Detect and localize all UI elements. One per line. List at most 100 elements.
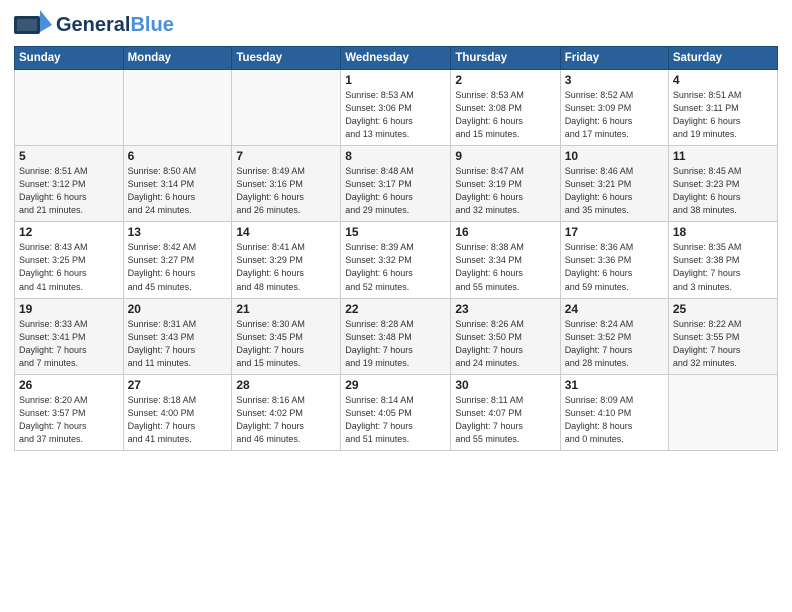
day-number: 2 xyxy=(455,73,555,87)
day-number: 25 xyxy=(673,302,773,316)
logo: GeneralBlue xyxy=(14,10,174,40)
day-number: 29 xyxy=(345,378,446,392)
calendar-cell: 10 Sunrise: 8:46 AM Sunset: 3:21 PM Dayli… xyxy=(560,146,668,222)
calendar-cell: 29 Sunrise: 8:14 AM Sunset: 4:05 PM Dayli… xyxy=(341,374,451,450)
day-info: Sunrise: 8:16 AM Sunset: 4:02 PM Dayligh… xyxy=(236,394,336,446)
day-number: 28 xyxy=(236,378,336,392)
day-info: Sunrise: 8:26 AM Sunset: 3:50 PM Dayligh… xyxy=(455,318,555,370)
day-number: 9 xyxy=(455,149,555,163)
weekday-header: Wednesday xyxy=(341,47,451,70)
calendar-cell: 22 Sunrise: 8:28 AM Sunset: 3:48 PM Dayli… xyxy=(341,298,451,374)
calendar-cell: 11Sunrise: 8:45 AM Sunset: 3:23 PM Dayli… xyxy=(668,146,777,222)
calendar-cell: 8 Sunrise: 8:48 AM Sunset: 3:17 PM Daylig… xyxy=(341,146,451,222)
day-info: Sunrise: 8:14 AM Sunset: 4:05 PM Dayligh… xyxy=(345,394,446,446)
calendar-cell xyxy=(15,70,124,146)
day-number: 3 xyxy=(565,73,664,87)
day-info: Sunrise: 8:28 AM Sunset: 3:48 PM Dayligh… xyxy=(345,318,446,370)
day-info: Sunrise: 8:31 AM Sunset: 3:43 PM Dayligh… xyxy=(128,318,228,370)
calendar-cell xyxy=(232,70,341,146)
calendar-header-row: SundayMondayTuesdayWednesdayThursdayFrid… xyxy=(15,47,778,70)
weekday-header: Thursday xyxy=(451,47,560,70)
page-header: GeneralBlue xyxy=(14,10,778,40)
day-info: Sunrise: 8:51 AM Sunset: 3:11 PM Dayligh… xyxy=(673,89,773,141)
calendar-cell: 9 Sunrise: 8:47 AM Sunset: 3:19 PM Daylig… xyxy=(451,146,560,222)
calendar-cell: 14 Sunrise: 8:41 AM Sunset: 3:29 PM Dayli… xyxy=(232,222,341,298)
calendar-cell: 2Sunrise: 8:53 AM Sunset: 3:08 PM Daylig… xyxy=(451,70,560,146)
calendar-cell: 23 Sunrise: 8:26 AM Sunset: 3:50 PM Dayli… xyxy=(451,298,560,374)
calendar-cell: 1 Sunrise: 8:53 AM Sunset: 3:06 PM Daylig… xyxy=(341,70,451,146)
day-info: Sunrise: 8:48 AM Sunset: 3:17 PM Dayligh… xyxy=(345,165,446,217)
calendar-cell: 18Sunrise: 8:35 AM Sunset: 3:38 PM Dayli… xyxy=(668,222,777,298)
calendar-week-row: 5Sunrise: 8:51 AM Sunset: 3:12 PM Daylig… xyxy=(15,146,778,222)
day-number: 12 xyxy=(19,225,119,239)
calendar-cell: 4 Sunrise: 8:51 AM Sunset: 3:11 PM Daylig… xyxy=(668,70,777,146)
day-number: 6 xyxy=(128,149,228,163)
calendar-cell: 21 Sunrise: 8:30 AM Sunset: 3:45 PM Dayli… xyxy=(232,298,341,374)
day-number: 4 xyxy=(673,73,773,87)
calendar-cell: 13 Sunrise: 8:42 AM Sunset: 3:27 PM Dayli… xyxy=(123,222,232,298)
calendar-cell: 25Sunrise: 8:22 AM Sunset: 3:55 PM Dayli… xyxy=(668,298,777,374)
day-info: Sunrise: 8:24 AM Sunset: 3:52 PM Dayligh… xyxy=(565,318,664,370)
logo-icon xyxy=(14,10,52,40)
calendar-cell: 3Sunrise: 8:52 AM Sunset: 3:09 PM Daylig… xyxy=(560,70,668,146)
calendar-cell: 27 Sunrise: 8:18 AM Sunset: 4:00 PM Dayli… xyxy=(123,374,232,450)
day-info: Sunrise: 8:20 AM Sunset: 3:57 PM Dayligh… xyxy=(19,394,119,446)
day-number: 27 xyxy=(128,378,228,392)
weekday-header: Sunday xyxy=(15,47,124,70)
day-number: 22 xyxy=(345,302,446,316)
day-number: 20 xyxy=(128,302,228,316)
day-number: 16 xyxy=(455,225,555,239)
calendar-cell: 15 Sunrise: 8:39 AM Sunset: 3:32 PM Dayli… xyxy=(341,222,451,298)
calendar-cell: 31Sunrise: 8:09 AM Sunset: 4:10 PM Dayli… xyxy=(560,374,668,450)
day-info: Sunrise: 8:33 AM Sunset: 3:41 PM Dayligh… xyxy=(19,318,119,370)
calendar-cell xyxy=(668,374,777,450)
day-number: 19 xyxy=(19,302,119,316)
calendar-cell: 19 Sunrise: 8:33 AM Sunset: 3:41 PM Dayli… xyxy=(15,298,124,374)
day-info: Sunrise: 8:35 AM Sunset: 3:38 PM Dayligh… xyxy=(673,241,773,293)
calendar-cell xyxy=(123,70,232,146)
calendar-cell: 26 Sunrise: 8:20 AM Sunset: 3:57 PM Dayli… xyxy=(15,374,124,450)
weekday-header: Friday xyxy=(560,47,668,70)
logo-text: GeneralBlue xyxy=(56,14,174,36)
calendar-cell: 6Sunrise: 8:50 AM Sunset: 3:14 PM Daylig… xyxy=(123,146,232,222)
day-number: 23 xyxy=(455,302,555,316)
day-number: 30 xyxy=(455,378,555,392)
weekday-header: Monday xyxy=(123,47,232,70)
calendar-table: SundayMondayTuesdayWednesdayThursdayFrid… xyxy=(14,46,778,451)
calendar-cell: 30 Sunrise: 8:11 AM Sunset: 4:07 PM Dayli… xyxy=(451,374,560,450)
day-number: 26 xyxy=(19,378,119,392)
calendar-week-row: 12 Sunrise: 8:43 AM Sunset: 3:25 PM Dayli… xyxy=(15,222,778,298)
calendar-page: GeneralBlue SundayMondayTuesdayWednesday… xyxy=(0,0,792,612)
calendar-cell: 16Sunrise: 8:38 AM Sunset: 3:34 PM Dayli… xyxy=(451,222,560,298)
day-info: Sunrise: 8:46 AM Sunset: 3:21 PM Dayligh… xyxy=(565,165,664,217)
day-number: 8 xyxy=(345,149,446,163)
day-number: 21 xyxy=(236,302,336,316)
day-number: 17 xyxy=(565,225,664,239)
day-info: Sunrise: 8:53 AM Sunset: 3:06 PM Dayligh… xyxy=(345,89,446,141)
day-number: 31 xyxy=(565,378,664,392)
day-info: Sunrise: 8:39 AM Sunset: 3:32 PM Dayligh… xyxy=(345,241,446,293)
day-info: Sunrise: 8:11 AM Sunset: 4:07 PM Dayligh… xyxy=(455,394,555,446)
day-info: Sunrise: 8:45 AM Sunset: 3:23 PM Dayligh… xyxy=(673,165,773,217)
calendar-cell: 12 Sunrise: 8:43 AM Sunset: 3:25 PM Dayli… xyxy=(15,222,124,298)
day-number: 14 xyxy=(236,225,336,239)
weekday-header: Saturday xyxy=(668,47,777,70)
day-info: Sunrise: 8:43 AM Sunset: 3:25 PM Dayligh… xyxy=(19,241,119,293)
day-number: 10 xyxy=(565,149,664,163)
day-info: Sunrise: 8:41 AM Sunset: 3:29 PM Dayligh… xyxy=(236,241,336,293)
day-info: Sunrise: 8:49 AM Sunset: 3:16 PM Dayligh… xyxy=(236,165,336,217)
calendar-cell: 28 Sunrise: 8:16 AM Sunset: 4:02 PM Dayli… xyxy=(232,374,341,450)
day-info: Sunrise: 8:18 AM Sunset: 4:00 PM Dayligh… xyxy=(128,394,228,446)
day-number: 1 xyxy=(345,73,446,87)
day-number: 13 xyxy=(128,225,228,239)
day-info: Sunrise: 8:47 AM Sunset: 3:19 PM Dayligh… xyxy=(455,165,555,217)
weekday-header: Tuesday xyxy=(232,47,341,70)
day-number: 15 xyxy=(345,225,446,239)
calendar-week-row: 1 Sunrise: 8:53 AM Sunset: 3:06 PM Daylig… xyxy=(15,70,778,146)
day-info: Sunrise: 8:42 AM Sunset: 3:27 PM Dayligh… xyxy=(128,241,228,293)
day-info: Sunrise: 8:30 AM Sunset: 3:45 PM Dayligh… xyxy=(236,318,336,370)
calendar-cell: 17Sunrise: 8:36 AM Sunset: 3:36 PM Dayli… xyxy=(560,222,668,298)
calendar-cell: 7Sunrise: 8:49 AM Sunset: 3:16 PM Daylig… xyxy=(232,146,341,222)
calendar-cell: 24Sunrise: 8:24 AM Sunset: 3:52 PM Dayli… xyxy=(560,298,668,374)
calendar-cell: 20 Sunrise: 8:31 AM Sunset: 3:43 PM Dayli… xyxy=(123,298,232,374)
